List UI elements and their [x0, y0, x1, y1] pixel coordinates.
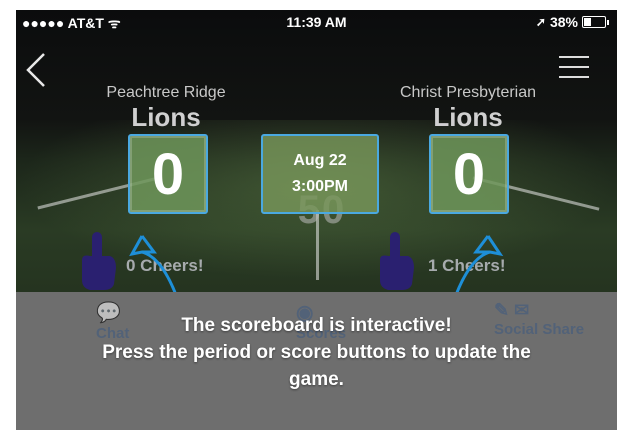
back-button[interactable]: [22, 50, 52, 90]
clock: 11:39 AM: [286, 14, 347, 30]
chevron-left-icon: [26, 53, 45, 87]
away-team-name: Lions: [433, 102, 503, 132]
hamburger-menu-icon: [559, 56, 589, 58]
home-team-name: Lions: [131, 102, 201, 132]
tutorial-tooltip: The scoreboard is interactive! Press the…: [16, 312, 617, 393]
period-button[interactable]: Aug 22 3:00PM: [261, 134, 379, 214]
tooltip-line: game.: [289, 369, 344, 390]
status-bar: ●●●●● AT&T ᯤ 11:39 AM ➚ 38%: [16, 12, 617, 34]
battery-percent: 38%: [549, 14, 578, 30]
home-team-school: Peachtree Ridge: [106, 84, 226, 101]
away-team-school: Christ Presbyterian: [399, 84, 537, 101]
tooltip-line: Press the period or score buttons to upd…: [102, 342, 531, 363]
foam-finger-icon[interactable]: [78, 232, 118, 292]
game-date: Aug 22: [293, 152, 347, 169]
battery-indicator: ➚ 38%: [536, 14, 609, 30]
battery-icon: [582, 16, 606, 28]
tooltip-title: The scoreboard is interactive!: [181, 315, 452, 336]
away-score-button[interactable]: 0: [429, 134, 509, 214]
game-time: 3:00PM: [291, 178, 349, 195]
location-icon: ➚: [535, 15, 546, 29]
app-screen: 50 ●●●●● AT&T ᯤ 11:39 AM ➚ 38% Peachtree…: [16, 10, 617, 430]
menu-button[interactable]: [559, 56, 589, 82]
home-score-button[interactable]: 0: [128, 134, 208, 214]
foam-finger-icon[interactable]: [376, 232, 416, 292]
